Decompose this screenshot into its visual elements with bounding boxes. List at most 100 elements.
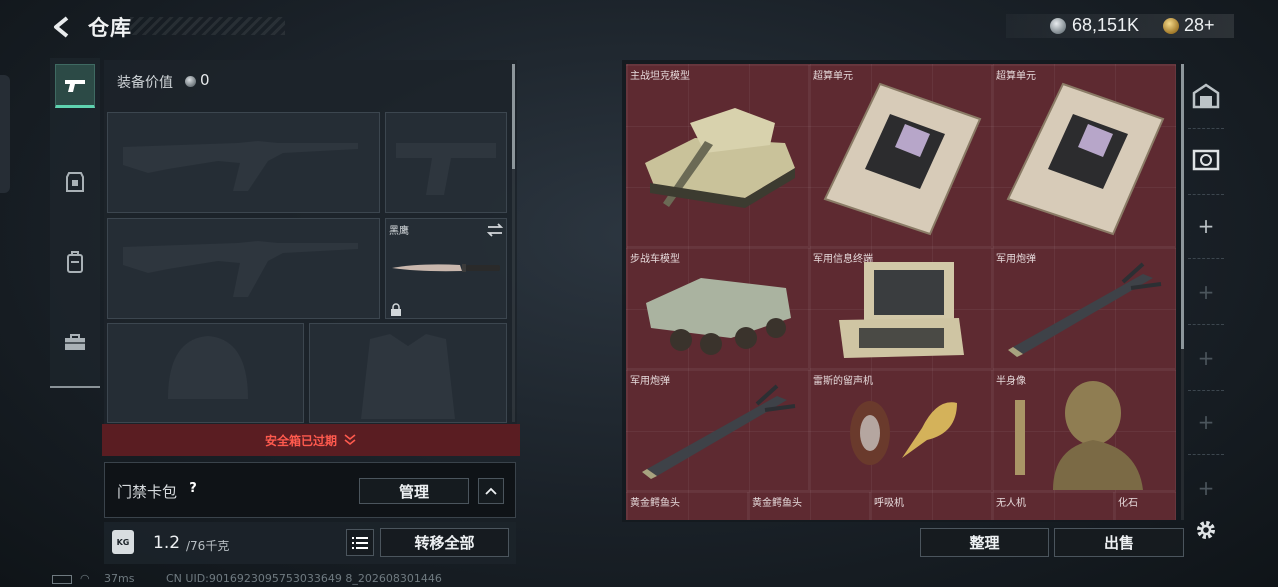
item-drone[interactable]: 无人机 <box>992 491 1114 520</box>
weight-icon: KG <box>112 530 134 554</box>
apc-icon <box>646 278 791 355</box>
equipment-scroll-thumb[interactable] <box>512 64 515 169</box>
item-rays-gramophone[interactable]: 雷斯的留声机 <box>809 369 992 491</box>
rifle-silhouette-icon-2 <box>123 241 358 297</box>
item-golden-crocodile-head-1[interactable]: 黄金鳄鱼头 <box>626 491 748 520</box>
nav-backpack[interactable] <box>55 240 95 284</box>
lock-icon <box>391 303 401 316</box>
swap-icon[interactable] <box>486 223 504 237</box>
nav-armor[interactable] <box>55 160 95 204</box>
help-icon[interactable]: ? <box>184 481 202 499</box>
title-decoration <box>130 17 285 35</box>
item-bust[interactable]: 半身像 <box>992 369 1176 491</box>
circuit-board-icon <box>823 82 982 236</box>
back-button[interactable] <box>50 14 76 40</box>
side-drawer-handle[interactable] <box>0 75 10 193</box>
missile-icon <box>1008 262 1162 357</box>
gear-icon <box>1197 521 1215 539</box>
nav-case[interactable] <box>55 320 95 364</box>
melee-slot[interactable]: 黑鹰 <box>385 218 507 319</box>
item-military-terminal[interactable]: 军用信息终端 <box>809 247 992 369</box>
transfer-all-button[interactable]: 转移全部 <box>380 528 509 557</box>
nav-weapons[interactable] <box>55 64 95 108</box>
item-main-battle-tank-model[interactable]: 主战坦克模型 <box>626 64 809 247</box>
rail-divider <box>1188 128 1224 129</box>
warehouse-tab-secondary[interactable] <box>1190 144 1222 176</box>
secondary-weapon-slot[interactable] <box>107 218 380 319</box>
list-view-button[interactable] <box>346 529 374 556</box>
item-golden-crocodile-head-2[interactable]: 黄金鳄鱼头 <box>748 491 870 520</box>
add-tab-button-5[interactable]: + <box>1190 472 1222 504</box>
sort-button[interactable]: 整理 <box>920 528 1049 557</box>
capacity-total: /76千克 <box>186 539 230 553</box>
backpack-icon <box>67 251 83 273</box>
expand-button[interactable] <box>478 478 504 504</box>
card-pack-label: 门禁卡包 <box>117 483 178 501</box>
silver-amount: 68,151K <box>1072 15 1140 35</box>
item-fossil[interactable]: 化石 <box>1114 491 1176 520</box>
safe-box-bar[interactable]: 安全箱已过期 <box>102 424 520 456</box>
plus-icon: + <box>1197 410 1215 434</box>
rail-divider <box>1188 454 1224 455</box>
plus-icon: + <box>1197 346 1215 370</box>
safe-box-status: 安全箱已过期 <box>264 433 337 448</box>
item-name: 无人机 <box>996 498 1026 509</box>
equipment-value-label: 装备价值 <box>117 75 173 91</box>
item-name: 雷斯的留声机 <box>813 376 873 387</box>
chevron-down-icon <box>344 434 356 446</box>
pistol-silhouette-icon <box>396 143 496 195</box>
sidearm-slot[interactable] <box>385 112 507 213</box>
item-ventilator[interactable]: 呼吸机 <box>870 491 992 520</box>
item-military-shell-2[interactable]: 军用炮弹 <box>626 369 809 491</box>
primary-weapon-slot[interactable] <box>107 112 380 213</box>
manage-button[interactable]: 管理 <box>359 478 469 504</box>
vault-icon <box>1192 149 1220 171</box>
plus-icon: + <box>1197 214 1215 238</box>
page-title: 仓库 <box>88 16 132 40</box>
item-name: 呼吸机 <box>874 498 904 509</box>
sell-button[interactable]: 出售 <box>1054 528 1184 557</box>
armor-slot[interactable] <box>309 323 507 423</box>
helmet-silhouette-icon <box>168 336 248 399</box>
storage-icon <box>1192 83 1220 109</box>
plus-icon: + <box>1197 476 1215 500</box>
uid-text: CN UID:9016923095753033649 8_20260830144… <box>166 572 442 585</box>
add-tab-button-2[interactable]: + <box>1190 276 1222 308</box>
wifi-icon: ◠ <box>80 572 90 585</box>
bust-icon <box>1015 381 1143 490</box>
item-name: 化石 <box>1118 498 1138 509</box>
gold-amount[interactable]: 28+ <box>1184 15 1215 36</box>
add-tab-button-4[interactable]: + <box>1190 406 1222 438</box>
value-coin-icon <box>185 76 196 87</box>
helmet-slot[interactable] <box>107 323 304 423</box>
warehouse-grid: 主战坦克模型 超算单元 超算单元 步战车模型 军用信息终端 军用炮弹 军用炮弹 … <box>626 64 1176 520</box>
terminal-icon <box>839 262 964 358</box>
item-ifv-model[interactable]: 步战车模型 <box>626 247 809 369</box>
item-military-shell-1[interactable]: 军用炮弹 <box>992 247 1176 369</box>
ping-text: 37ms <box>104 572 135 585</box>
rail-divider <box>1188 390 1224 391</box>
item-supercomputing-unit-2[interactable]: 超算单元 <box>992 64 1176 247</box>
rail-divider <box>1188 324 1224 325</box>
case-icon <box>65 334 85 350</box>
equipment-value: 0 <box>200 71 210 89</box>
knife-icon <box>392 264 500 272</box>
item-name: 黄金鳄鱼头 <box>630 498 680 509</box>
item-supercomputing-unit-1[interactable]: 超算单元 <box>809 64 992 247</box>
pistol-icon <box>65 80 85 92</box>
battery-icon <box>52 575 72 584</box>
settings-button[interactable] <box>1190 514 1222 546</box>
rail-divider <box>1188 194 1224 195</box>
warehouse-tab-main[interactable] <box>1190 80 1222 112</box>
circuit-board-icon <box>1006 82 1165 236</box>
vest-silhouette-icon <box>361 334 455 419</box>
armor-icon <box>66 172 84 192</box>
add-tab-button-1[interactable]: + <box>1190 210 1222 242</box>
plus-icon: + <box>1197 280 1215 304</box>
rifle-silhouette-icon <box>123 141 358 191</box>
add-tab-button-3[interactable]: + <box>1190 342 1222 374</box>
silver-coin-icon <box>1050 18 1066 34</box>
missile-icon <box>642 384 796 479</box>
warehouse-scroll-thumb[interactable] <box>1181 64 1184 349</box>
item-name: 主战坦克模型 <box>630 71 690 82</box>
